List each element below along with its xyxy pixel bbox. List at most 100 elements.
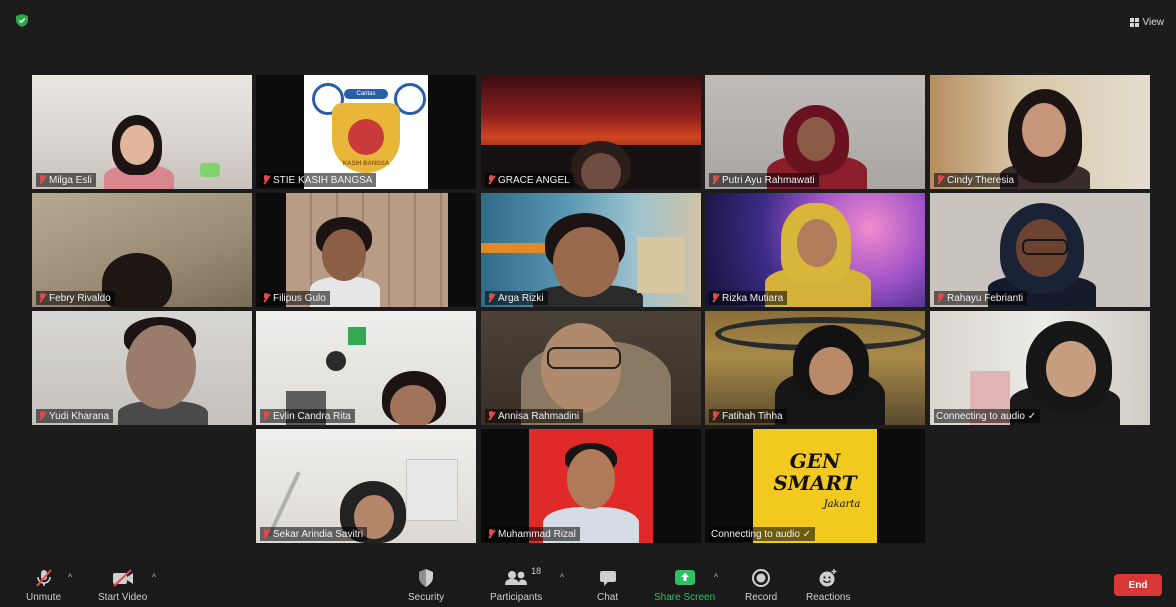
- name-label: Febry Rivaldo: [36, 291, 115, 305]
- muted-mic-icon: [487, 293, 495, 303]
- record-label: Record: [745, 592, 778, 603]
- name-label: GRACE ANGEL: [485, 173, 574, 187]
- participant-tile[interactable]: Yudi Kharana: [32, 311, 252, 425]
- name-label: Rahayu Febrianti: [934, 291, 1028, 305]
- muted-mic-icon: [487, 175, 495, 185]
- name-label: Annisa Rahmadini: [485, 409, 584, 423]
- video-feed: [32, 75, 252, 189]
- muted-mic-icon: [711, 175, 719, 185]
- participant-tile[interactable]: Sekar Arindia Savitri: [256, 429, 476, 543]
- participant-tile[interactable]: Cindy Theresia: [930, 75, 1150, 189]
- name-label: Muhammad Rizal: [485, 527, 580, 541]
- participants-options-caret[interactable]: ^: [560, 572, 564, 582]
- video-feed: [32, 311, 252, 425]
- video-feed: [481, 75, 701, 189]
- participant-tile[interactable]: Evlin Candra Rita: [256, 311, 476, 425]
- name-label: Connecting to audio ✓: [934, 409, 1041, 423]
- muted-mic-icon: [711, 411, 719, 421]
- video-feed: [256, 311, 476, 425]
- name-label: Fatihah Tihha: [709, 409, 787, 423]
- participant-tile[interactable]: GRACE ANGEL: [481, 75, 701, 189]
- participant-tile[interactable]: Annisa Rahmadini: [481, 311, 701, 425]
- muted-mic-icon: [262, 529, 270, 539]
- start-video-button[interactable]: Start Video: [98, 568, 147, 603]
- gen-smart-jakarta-logo: GEN SMART Jakarta: [753, 429, 877, 543]
- share-screen-label: Share Screen: [654, 592, 716, 603]
- gallery-view: Milga Esli Caritas KASIH BANGSA STIE KAS…: [0, 0, 1176, 560]
- muted-mic-icon: [487, 411, 495, 421]
- share-screen-button[interactable]: Share Screen: [654, 568, 715, 603]
- chat-label: Chat: [597, 592, 619, 603]
- video-feed: [286, 193, 448, 307]
- unmute-label: Unmute: [26, 592, 62, 603]
- video-feed: [705, 311, 925, 425]
- participant-tile[interactable]: Filipus Gulo: [256, 193, 476, 307]
- reactions-button[interactable]: Reactions: [806, 568, 850, 603]
- participant-tile[interactable]: Milga Esli: [32, 75, 252, 189]
- name-label: Evlin Candra Rita: [260, 409, 355, 423]
- video-feed: [256, 429, 476, 543]
- muted-mic-icon: [262, 175, 270, 185]
- zoom-meeting-window: View Milga Esli Caritas KASIH BANGSA STI…: [0, 0, 1176, 607]
- audio-options-caret[interactable]: ^: [68, 572, 72, 582]
- chat-button[interactable]: Chat: [597, 568, 618, 603]
- muted-mic-icon: [38, 411, 46, 421]
- microphone-muted-icon: [35, 569, 52, 587]
- security-button[interactable]: Security: [408, 568, 444, 603]
- name-label: Rizka Mutiara: [709, 291, 788, 305]
- record-button[interactable]: Record: [745, 568, 777, 603]
- video-feed: [32, 193, 252, 307]
- video-feed: [705, 75, 925, 189]
- muted-mic-icon: [262, 411, 270, 421]
- participant-tile[interactable]: Febry Rivaldo: [32, 193, 252, 307]
- unmute-button[interactable]: Unmute: [26, 568, 61, 603]
- name-label: Connecting to audio ✓: [709, 527, 816, 541]
- muted-mic-icon: [936, 293, 944, 303]
- participant-tile[interactable]: Muhammad Rizal: [481, 429, 701, 543]
- muted-mic-icon: [936, 175, 944, 185]
- reactions-label: Reactions: [806, 592, 851, 603]
- participant-tile-active-speaker[interactable]: Rahayu Febrianti: [930, 193, 1150, 307]
- chat-bubble-icon: [599, 571, 616, 586]
- video-camera-off-icon: [112, 569, 133, 587]
- muted-mic-icon: [711, 293, 719, 303]
- video-feed: [930, 311, 1150, 425]
- smiley-plus-icon: [819, 569, 837, 587]
- name-label: STIE KASIH BANGSA: [260, 173, 377, 187]
- muted-mic-icon: [38, 293, 46, 303]
- muted-mic-icon: [262, 293, 270, 303]
- start-video-label: Start Video: [98, 592, 148, 603]
- meeting-toolbar: Unmute ^ Start Video ^ Security 18 Parti…: [0, 562, 1176, 607]
- security-label: Security: [408, 592, 445, 603]
- participant-tile[interactable]: Fatihah Tihha: [705, 311, 925, 425]
- participants-count: 18: [531, 566, 542, 576]
- muted-mic-icon: [38, 175, 46, 185]
- video-options-caret[interactable]: ^: [152, 572, 156, 582]
- share-screen-icon: [674, 570, 695, 585]
- name-label: Milga Esli: [36, 173, 96, 187]
- participants-icon: [505, 571, 528, 585]
- participants-button[interactable]: 18 Participants: [490, 566, 543, 603]
- video-feed: [481, 193, 701, 307]
- name-label: Sekar Arindia Savitri: [260, 527, 368, 541]
- participant-tile[interactable]: Caritas KASIH BANGSA STIE KASIH BANGSA: [256, 75, 476, 189]
- participants-label: Participants: [490, 592, 543, 603]
- stie-kasih-bangsa-logo: Caritas KASIH BANGSA: [304, 75, 428, 189]
- video-feed: [481, 311, 701, 425]
- name-label: Arga Rizki: [485, 291, 548, 305]
- participant-tile[interactable]: GEN SMART Jakarta Connecting to audio ✓: [705, 429, 925, 543]
- name-label: Putri Ayu Rahmawati: [709, 173, 819, 187]
- participant-tile[interactable]: Rizka Mutiara: [705, 193, 925, 307]
- participant-tile[interactable]: Connecting to audio ✓: [930, 311, 1150, 425]
- shield-icon: [419, 569, 434, 587]
- participant-tile[interactable]: Putri Ayu Rahmawati: [705, 75, 925, 189]
- video-feed: [930, 193, 1150, 307]
- record-icon: [752, 569, 771, 587]
- participant-tile[interactable]: Arga Rizki: [481, 193, 701, 307]
- end-meeting-button[interactable]: End: [1114, 574, 1162, 596]
- share-options-caret[interactable]: ^: [714, 572, 718, 582]
- name-label: Yudi Kharana: [36, 409, 114, 423]
- profile-photo: [529, 429, 653, 543]
- video-feed: [705, 193, 925, 307]
- muted-mic-icon: [487, 529, 495, 539]
